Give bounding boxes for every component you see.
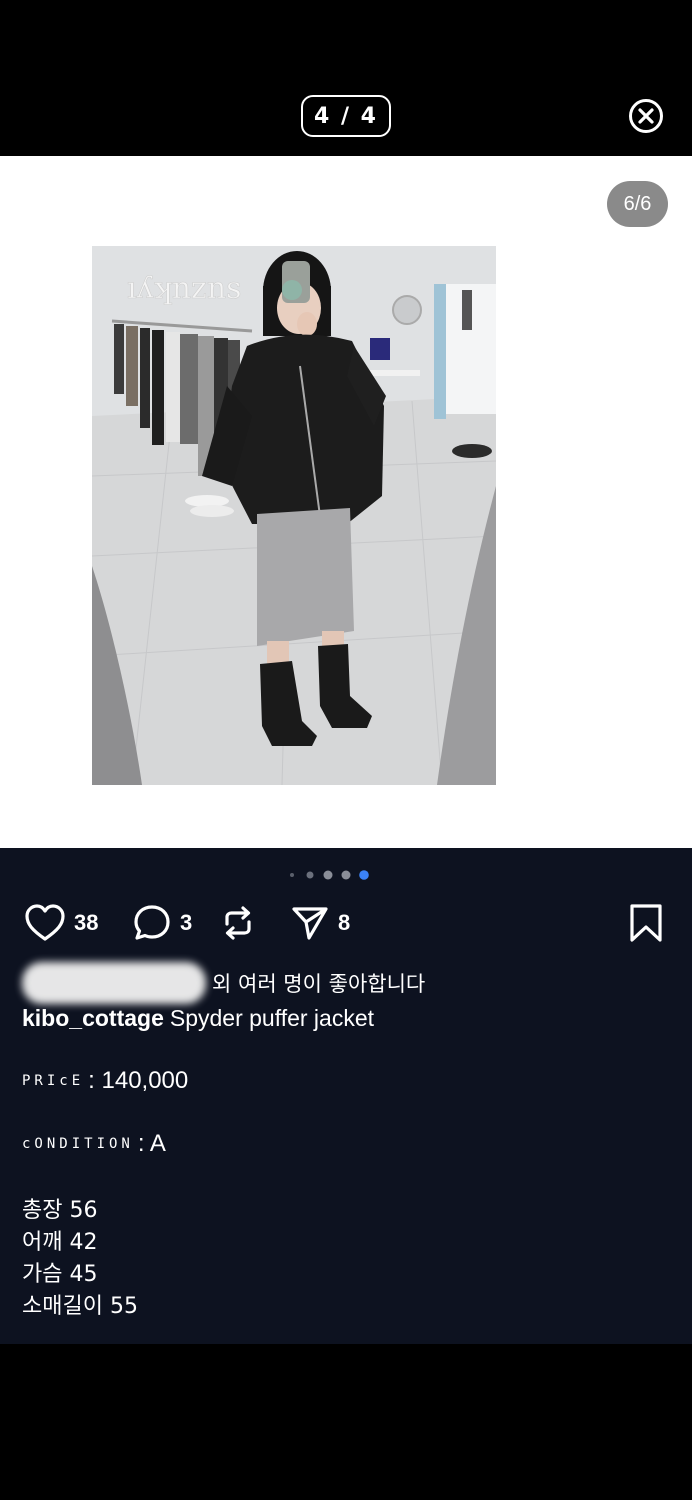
- image-counter: 4 / 4: [301, 95, 391, 137]
- close-icon[interactable]: [628, 98, 664, 134]
- comment-icon: [134, 905, 170, 940]
- post-caption: kibo_cottage Spyder puffer jacket: [22, 1001, 374, 1035]
- carousel-dot: [306, 871, 314, 879]
- liked-by-text: 외 여러 명이 좋아합니다: [212, 972, 426, 996]
- condition-label: cONDITION: [22, 1136, 134, 1152]
- size-length: 총장 56: [22, 1198, 98, 1223]
- heart-icon: [25, 904, 65, 941]
- media-page-badge: 6/6: [607, 181, 668, 227]
- bookmark-icon: [630, 904, 662, 942]
- repost-button[interactable]: [218, 896, 258, 950]
- condition-value: : A: [137, 1130, 166, 1157]
- like-button[interactable]: 38: [24, 896, 98, 950]
- carousel-dot: [323, 870, 333, 880]
- share-count: 8: [338, 910, 351, 935]
- viewer-top-bar: 4 / 4: [0, 0, 692, 156]
- bookmark-button[interactable]: [628, 896, 664, 950]
- size-chest: 가슴 45: [22, 1262, 98, 1287]
- price-value: : 140,000: [88, 1067, 189, 1094]
- comment-count: 3: [180, 910, 193, 935]
- size-shoulder: 어깨 42: [22, 1230, 98, 1255]
- size-sleeve: 소매길이 55: [22, 1294, 138, 1319]
- condition-line: cONDITION : A: [22, 1127, 166, 1161]
- carousel-dot: [341, 870, 351, 880]
- like-count: 38: [74, 910, 99, 935]
- carousel-dot-active: [359, 870, 369, 880]
- svg-text:ıʎʞnzns: ıʎʞnzns: [127, 271, 242, 306]
- carousel-dots: [290, 870, 369, 880]
- caption-text: Spyder puffer jacket: [169, 1004, 375, 1031]
- liked-by-line[interactable]: 외 여러 명이 좋아합니다: [22, 962, 426, 1004]
- carousel-dot: [290, 873, 294, 877]
- action-bar: 38 3 8: [0, 896, 692, 950]
- price-line: PRIcE : 140,000: [22, 1064, 188, 1098]
- redacted-username: [22, 962, 206, 1004]
- send-button[interactable]: 8: [290, 896, 350, 950]
- comment-button[interactable]: 3: [132, 896, 192, 950]
- price-label: PRIcE: [22, 1073, 85, 1089]
- post-photo[interactable]: ıʎʞnzns: [92, 246, 496, 785]
- repost-icon: [225, 906, 251, 940]
- caption-username[interactable]: kibo_cottage: [22, 1005, 164, 1032]
- send-icon: [292, 907, 328, 940]
